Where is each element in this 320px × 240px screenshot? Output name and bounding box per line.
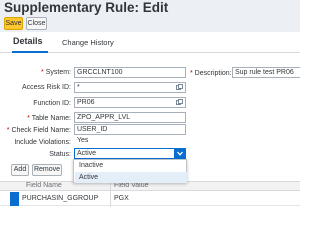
- description-label: * Description:: [190, 70, 232, 77]
- system-value: GRCCLNT100: [77, 69, 123, 76]
- system-label: * System:: [41, 69, 71, 76]
- status-selected-value: Active: [77, 150, 97, 157]
- status-select[interactable]: Active: [74, 148, 186, 159]
- description-value: Sup rule test PR06: [235, 69, 294, 76]
- include-violations-value: Yes: [74, 136, 186, 147]
- close-button[interactable]: Close: [26, 17, 47, 30]
- page-title: Supplementary Rule: Edit: [0, 0, 300, 16]
- tab-selected-indicator: [12, 51, 48, 53]
- tab-bar: [0, 33, 300, 53]
- dropdown-toggle[interactable]: [174, 148, 186, 159]
- check-field-name-label: * Check Field Name:: [6, 127, 71, 134]
- check-field-name-value: USER_ID: [77, 126, 108, 133]
- value-help-icon[interactable]: [176, 99, 183, 106]
- table-name-label: * Table Name:: [27, 115, 71, 122]
- access-risk-id-value: *: [77, 84, 80, 91]
- function-id-label: Function ID:: [33, 100, 71, 107]
- value-help-icon[interactable]: [176, 84, 183, 91]
- function-id-value: PR06: [77, 99, 95, 106]
- column-header-field-name[interactable]: Field Name: [26, 181, 62, 191]
- chevron-down-icon: [177, 151, 183, 156]
- include-violations-label: Include Violations:: [14, 139, 71, 146]
- save-button[interactable]: Save: [4, 17, 23, 30]
- row-selector[interactable]: [10, 192, 19, 206]
- tab-change-history[interactable]: Change History: [62, 38, 114, 47]
- table-name-field[interactable]: ZPO_APPR_LVL: [74, 112, 186, 123]
- table-name-value: ZPO_APPR_LVL: [77, 114, 131, 121]
- table-cell-field-name: PURCHASIN_GGROUP: [22, 195, 99, 202]
- table-cell-field-value: PGX: [114, 195, 129, 202]
- remove-button[interactable]: Remove: [32, 164, 62, 176]
- system-field[interactable]: GRCCLNT100: [74, 67, 186, 78]
- status-option-active[interactable]: Active: [75, 172, 187, 183]
- access-risk-id-label: Access Risk ID:: [21, 84, 71, 91]
- status-option-inactive[interactable]: Inactive: [75, 160, 187, 171]
- status-label: Status:: [49, 151, 71, 158]
- check-field-name-field[interactable]: USER_ID: [74, 124, 186, 135]
- add-button[interactable]: Add: [11, 164, 29, 176]
- column-divider: [110, 181, 111, 207]
- function-id-field[interactable]: PR06: [74, 97, 186, 108]
- access-risk-id-field[interactable]: *: [74, 82, 186, 93]
- description-field[interactable]: Sup rule test PR06: [232, 67, 300, 78]
- tab-details[interactable]: Details: [13, 36, 43, 46]
- status-dropdown-list: Inactive Active: [73, 159, 187, 183]
